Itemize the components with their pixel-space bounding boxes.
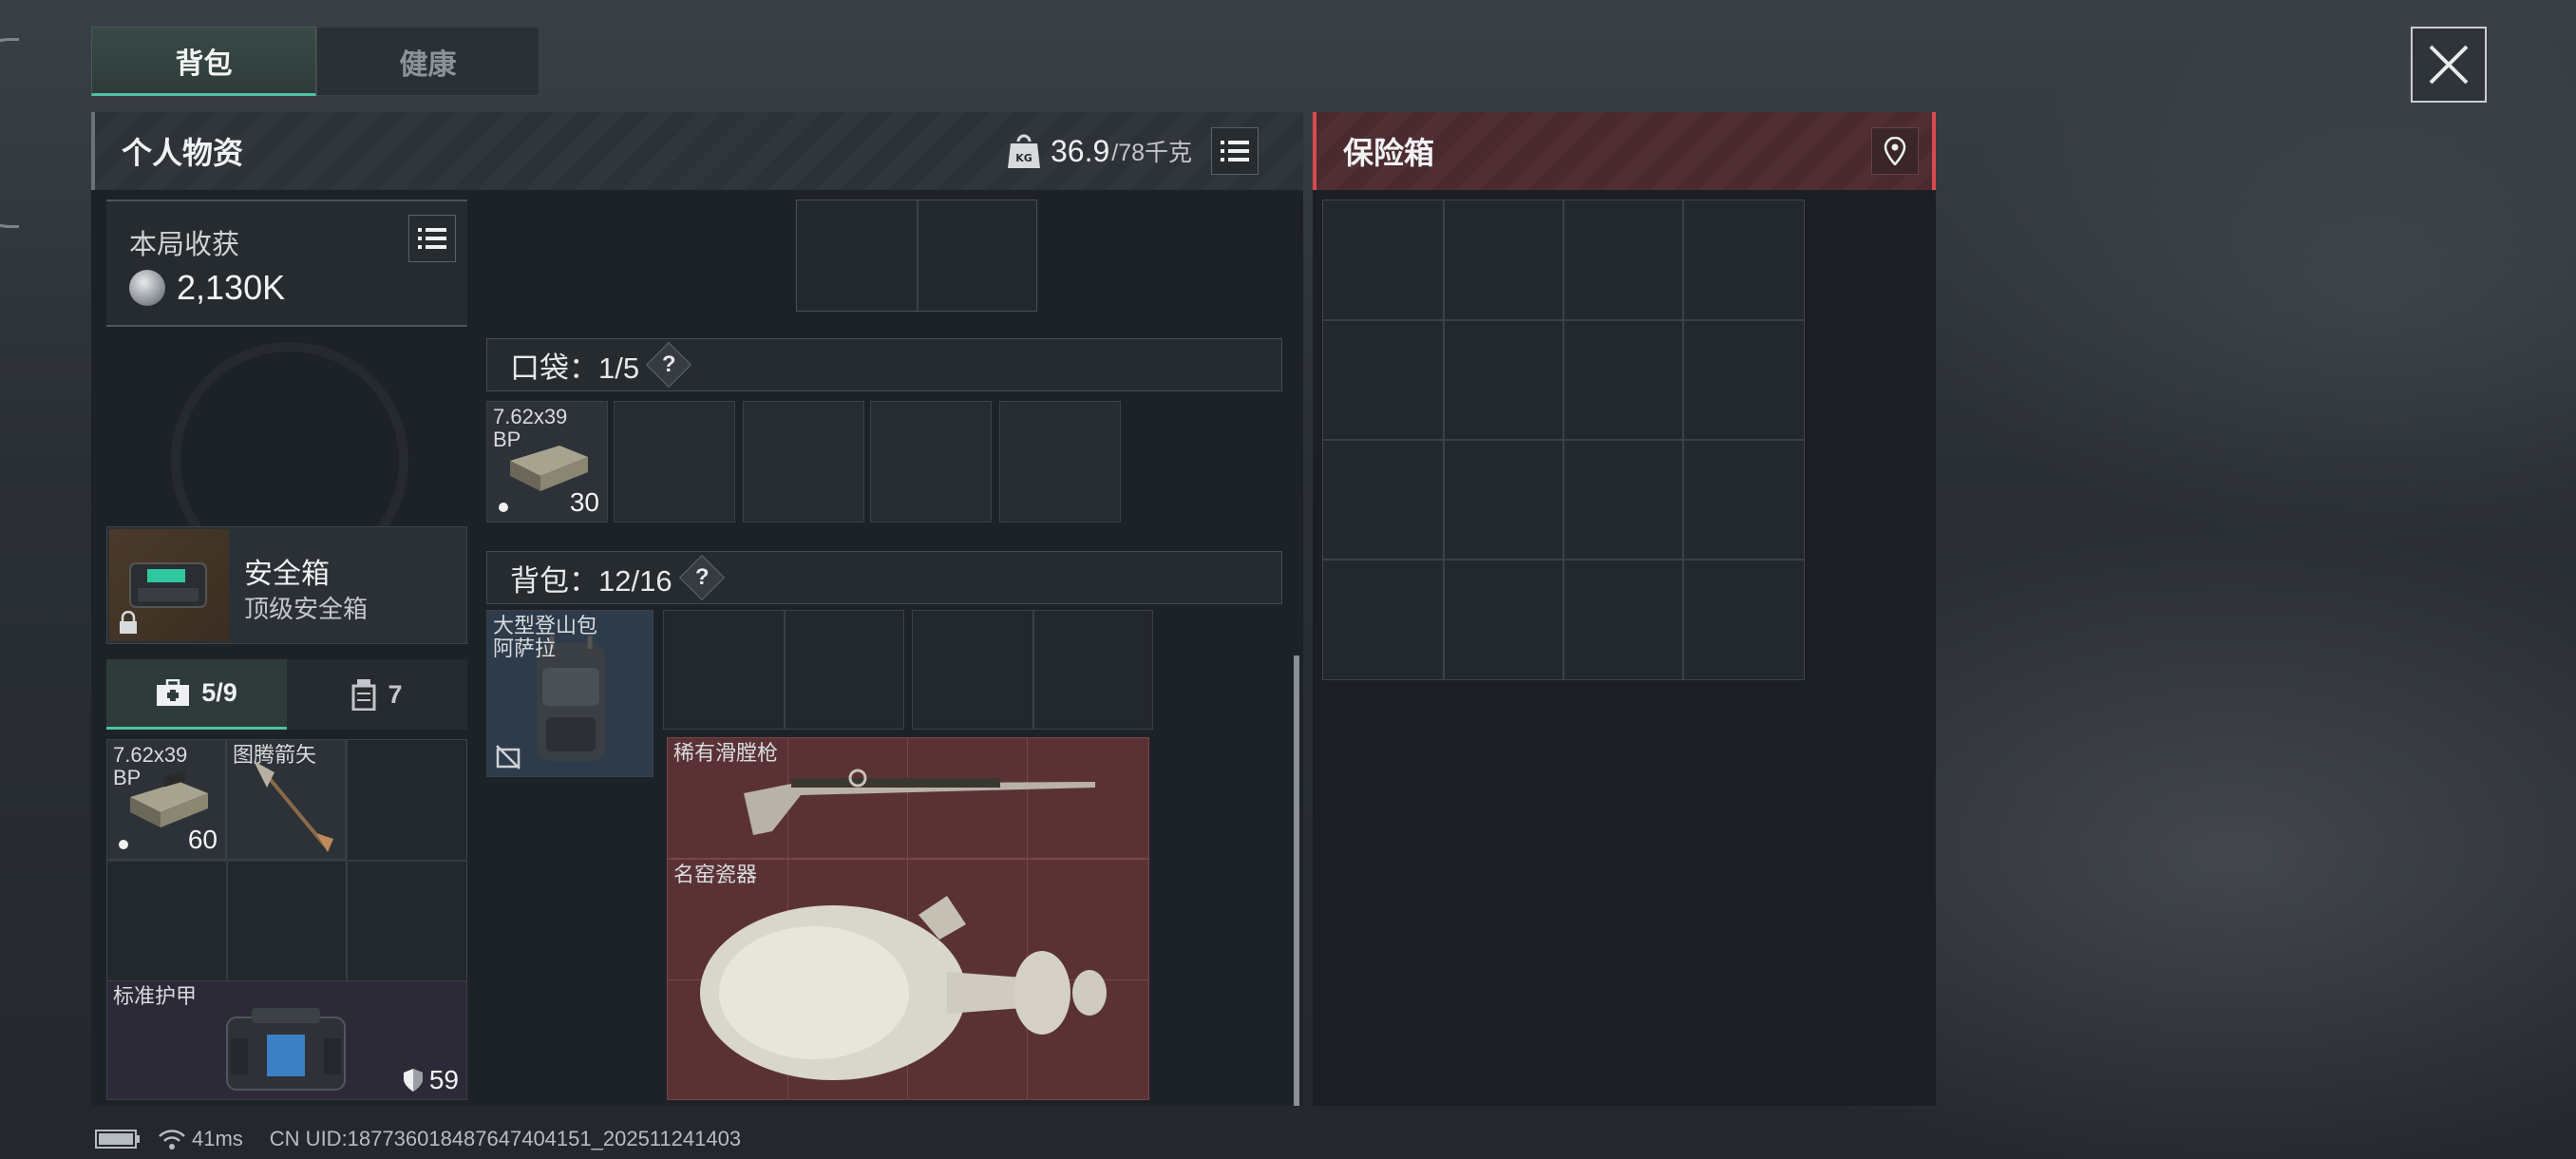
- pocket-ammo-count: 30: [569, 487, 599, 517]
- musket-icon: [744, 769, 1095, 835]
- armor-value: 59: [428, 1065, 459, 1094]
- pockets-header: 口袋：1/5 ?: [486, 338, 1282, 391]
- harvest-detail-button[interactable]: [408, 215, 456, 262]
- pocket-slot-3[interactable]: [743, 401, 864, 522]
- ammo-label: 7.62x39 BP: [113, 743, 188, 789]
- round-harvest-card: 本局收获 2,130K: [106, 200, 467, 327]
- arrow-icon: [254, 761, 333, 852]
- tab-medical[interactable]: 5/9: [106, 659, 287, 730]
- backpack-slot-b[interactable]: [912, 610, 1153, 730]
- pocket-ammo-label: 7.62x39 BP: [493, 405, 568, 451]
- inventory-scrollbar[interactable]: [1294, 656, 1299, 1106]
- tab-medical-count: 5/9: [201, 678, 237, 707]
- harvest-value: 2,130K: [177, 268, 286, 307]
- pocket-slot-1[interactable]: 7.62x39 BP 30: [486, 401, 608, 522]
- help-icon: ?: [694, 563, 709, 590]
- weight-indicator: KG 36.9 /78千克: [1007, 127, 1260, 175]
- ammo-count: 60: [187, 825, 218, 854]
- pockets-label: 口袋：1/5: [510, 351, 640, 385]
- weight-icon: KG: [1008, 134, 1040, 168]
- ping-text: 41ms: [192, 1127, 243, 1150]
- backpack-item-label: 大型登山包 阿萨拉: [493, 614, 598, 660]
- porcelain-label: 名窑瓷器: [673, 863, 758, 886]
- pocket-slot-4[interactable]: [870, 401, 992, 522]
- close-icon: [2429, 45, 2469, 85]
- list-icon: [418, 228, 446, 249]
- backpack-help-button[interactable]: ?: [678, 554, 725, 601]
- secure-container-title: 安全箱: [244, 559, 330, 590]
- item-rare-musket[interactable]: 稀有滑膛枪: [667, 737, 1149, 859]
- tab-backpack[interactable]: 背包: [91, 27, 316, 96]
- lock-icon: [120, 611, 137, 634]
- status-bar: 41ms CN UID:187736018487647404151_202511…: [95, 1127, 741, 1151]
- backpack-equip-slot[interactable]: 大型登山包 阿萨拉: [486, 610, 653, 777]
- weight-icon-text: KG: [1015, 152, 1032, 164]
- safe-box-grid[interactable]: [1322, 200, 1805, 680]
- armor-icon: [226, 1008, 346, 1091]
- ammo-dot: [119, 840, 128, 849]
- ammo-dot: [499, 503, 508, 512]
- location-pin-icon: [1884, 137, 1906, 165]
- tab-ammo-count: 7: [388, 679, 403, 709]
- item-ammo-slot[interactable]: 7.62x39 BP 60: [106, 739, 226, 860]
- backpack-slot-a[interactable]: [663, 610, 904, 730]
- item-armor-slot[interactable]: 标准护甲 59: [106, 980, 467, 1100]
- weight-current: 36.9: [1051, 133, 1110, 168]
- shield-icon: [403, 1069, 423, 1092]
- harvest-label: 本局收获: [129, 230, 240, 260]
- safe-box-title: 保险箱: [1343, 136, 1435, 170]
- vase-icon: [700, 896, 1107, 1080]
- wifi-icon: [159, 1130, 185, 1150]
- backpack-label: 背包：12/16: [510, 563, 672, 598]
- magazine-icon: [351, 679, 376, 711]
- uid-text: CN UID:187736018487647404151_20251124140…: [269, 1127, 742, 1150]
- battery-icon: [95, 1130, 140, 1149]
- help-icon: ?: [661, 351, 676, 377]
- secure-container-subtitle: 顶级安全箱: [244, 595, 369, 623]
- pocket-slot-2[interactable]: [614, 401, 735, 522]
- armor-durability: 59: [403, 1065, 459, 1095]
- stash-grid-top[interactable]: [796, 200, 1037, 312]
- list-icon: [1221, 141, 1250, 162]
- item-totem-arrow-slot[interactable]: 图腾箭矢: [226, 739, 346, 860]
- pocket-slot-5[interactable]: [999, 401, 1121, 522]
- weight-max: /78千克: [1111, 140, 1193, 166]
- safe-box-header: 保险箱: [1313, 112, 1936, 190]
- coin-icon: [129, 270, 165, 306]
- location-button[interactable]: [1871, 127, 1919, 175]
- tab-health[interactable]: 健康: [316, 27, 540, 96]
- tab-ammo[interactable]: 7: [287, 659, 467, 730]
- unequip-icon: [496, 745, 521, 770]
- armor-label: 标准护甲: [113, 984, 198, 1008]
- arrow-label: 图腾箭矢: [233, 743, 317, 767]
- close-button[interactable]: [2411, 27, 2487, 103]
- item-famous-porcelain[interactable]: 名窑瓷器: [667, 859, 1149, 1100]
- medkit-icon: [157, 678, 190, 706]
- page-title: 个人物资: [122, 136, 244, 170]
- backpack-header: 背包：12/16 ?: [486, 551, 1282, 604]
- secure-container-slot[interactable]: 安全箱 顶级安全箱: [106, 526, 467, 644]
- musket-label: 稀有滑膛枪: [673, 741, 779, 765]
- edge-decoration: [0, 38, 19, 228]
- pockets-help-button[interactable]: ?: [646, 341, 692, 389]
- sort-list-button[interactable]: [1211, 127, 1260, 175]
